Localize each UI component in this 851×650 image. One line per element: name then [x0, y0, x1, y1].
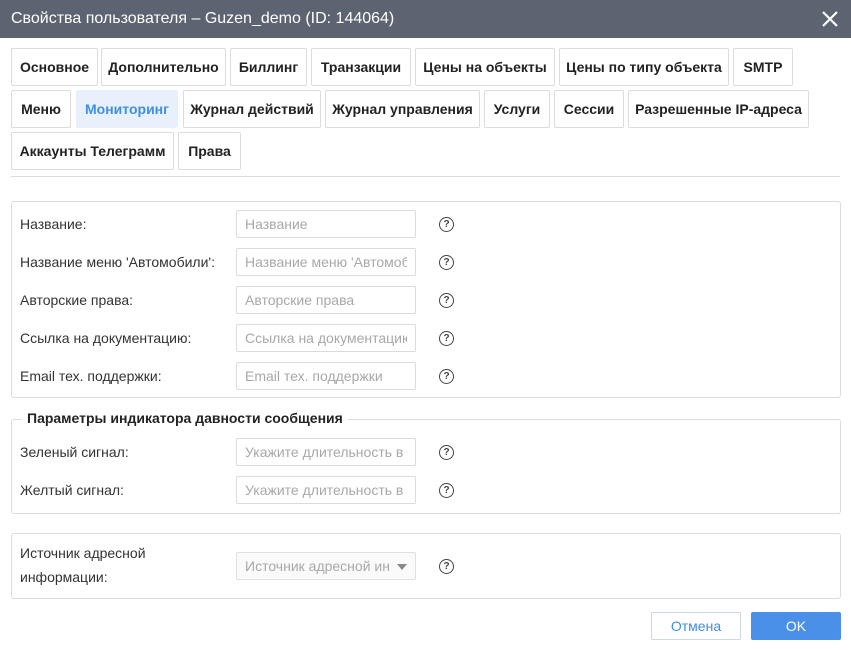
tab-object-prices[interactable]: Цены на объекты: [415, 48, 555, 86]
name-input[interactable]: [236, 210, 416, 238]
help-icon[interactable]: ?: [439, 331, 454, 346]
tab-services[interactable]: Услуги: [484, 90, 550, 128]
indicator-settings-group: [11, 419, 841, 514]
dialog-titlebar: Свойства пользователя – Guzen_demo (ID: …: [0, 0, 851, 38]
cancel-button[interactable]: Отмена: [651, 612, 741, 640]
field-label-name: Название:: [20, 216, 87, 232]
field-label-copyright: Авторские права:: [20, 292, 134, 308]
field-label-docs-link: Ссылка на документацию:: [20, 330, 192, 346]
tab-menu[interactable]: Меню: [11, 90, 71, 128]
address-source-placeholder: Источник адресной информации: [245, 558, 390, 574]
help-icon[interactable]: ?: [439, 445, 454, 460]
docs-link-input[interactable]: [236, 324, 416, 352]
address-source-group: [11, 533, 841, 599]
help-icon[interactable]: ?: [439, 293, 454, 308]
tab-telegram-accounts[interactable]: Аккаунты Телеграмм: [11, 132, 174, 170]
tabs-divider: [11, 176, 840, 177]
copyright-input[interactable]: [236, 286, 416, 314]
tab-osnovnoe[interactable]: Основное: [11, 48, 98, 86]
yellow-signal-input[interactable]: [236, 476, 416, 504]
help-icon[interactable]: ?: [439, 217, 454, 232]
field-label-menu-name: Название меню 'Автомобили':: [20, 254, 215, 270]
field-label-yellow-signal: Желтый сигнал:: [20, 482, 124, 498]
help-icon[interactable]: ?: [439, 255, 454, 270]
help-icon[interactable]: ?: [439, 559, 454, 574]
address-source-select[interactable]: Источник адресной информации: [236, 552, 416, 580]
tab-rights[interactable]: Права: [178, 132, 241, 170]
tab-object-type-prices[interactable]: Цены по типу объекта: [559, 48, 729, 86]
field-label-address-source-line2: информации:: [20, 569, 108, 585]
tab-sessions[interactable]: Сессии: [554, 90, 624, 128]
tab-transactions[interactable]: Транзакции: [311, 48, 411, 86]
ok-button[interactable]: OK: [751, 612, 841, 640]
green-signal-input[interactable]: [236, 438, 416, 466]
menu-name-input[interactable]: [236, 248, 416, 276]
tab-action-log[interactable]: Журнал действий: [183, 90, 321, 128]
close-icon[interactable]: [819, 8, 841, 30]
help-icon[interactable]: ?: [439, 483, 454, 498]
tab-monitoring[interactable]: Мониторинг: [76, 90, 178, 128]
support-email-input[interactable]: [236, 362, 416, 390]
indicator-group-legend: Параметры индикатора давности сообщения: [22, 410, 348, 426]
field-label-support-email: Email тех. поддержки:: [20, 368, 162, 384]
tab-smtp[interactable]: SMTP: [733, 48, 793, 86]
field-label-green-signal: Зеленый сигнал:: [20, 444, 129, 460]
dialog-title: Свойства пользователя – Guzen_demo (ID: …: [11, 10, 395, 27]
tab-allowed-ip[interactable]: Разрешенные IP-адреса: [628, 90, 809, 128]
tab-control-log[interactable]: Журнал управления: [325, 90, 480, 128]
tab-billing[interactable]: Биллинг: [230, 48, 307, 86]
chevron-down-icon: [397, 564, 407, 570]
help-icon[interactable]: ?: [439, 369, 454, 384]
field-label-address-source-line1: Источник адресной: [20, 545, 146, 561]
tab-dopolnitelno[interactable]: Дополнительно: [101, 48, 226, 86]
